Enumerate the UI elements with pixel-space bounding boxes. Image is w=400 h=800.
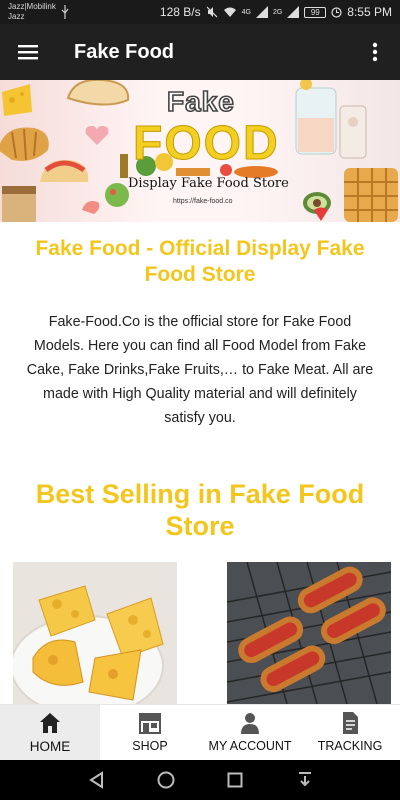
nav-tracking-label: TRACKING (317, 739, 383, 753)
banner-title-fake: Fake (166, 85, 235, 118)
document-icon (343, 712, 358, 734)
system-home-button[interactable] (154, 768, 178, 792)
recents-square-icon (227, 772, 243, 788)
carrier-line-2: Jazz (8, 12, 25, 21)
best-selling-heading: Best Selling in Fake Food Store (35, 479, 365, 541)
status-bar: Jazz|Mobilink Jazz 128 B/s 4G 2G 99 8:55… (0, 0, 400, 24)
signal-label-1: 4G (241, 8, 251, 16)
signal-icon (255, 6, 268, 18)
nav-home[interactable]: HOME (0, 705, 100, 760)
bread-illustration (66, 80, 130, 106)
nav-home-label: HOME (29, 739, 71, 754)
menu-button[interactable] (10, 34, 46, 70)
product-card-hotdog[interactable] (227, 562, 391, 704)
cheese-illustration (2, 84, 32, 116)
nav-my-account[interactable]: MY ACCOUNT (200, 705, 300, 760)
overflow-menu-button[interactable] (360, 34, 390, 70)
carrier-info: Jazz|Mobilink Jazz (8, 2, 56, 22)
status-time: 8:55 PM (347, 5, 392, 19)
app-title: Fake Food (74, 41, 175, 63)
nav-tracking[interactable]: TRACKING (300, 705, 400, 760)
drink-glass-illustration (339, 105, 367, 159)
banner-tagline: Display Fake Food Store (128, 176, 289, 191)
waffle-illustration (344, 168, 398, 222)
system-notification-button[interactable] (293, 768, 317, 792)
hotdog-product-image (227, 562, 391, 704)
shop-icon (139, 713, 161, 734)
cherry-illustration (306, 204, 307, 205)
usb-icon (61, 5, 69, 19)
banner-url: https://fake-food.co (173, 198, 233, 205)
system-recents-button[interactable] (223, 768, 247, 792)
battery-icon: 99 (304, 6, 327, 18)
nav-my-account-label: MY ACCOUNT (208, 739, 292, 753)
shrimp-illustration (82, 201, 100, 214)
mute-icon (206, 6, 218, 18)
nav-shop[interactable]: SHOP (100, 705, 200, 760)
hero-banner[interactable]: Fake FOOD Display Fake Food Store https:… (0, 80, 400, 222)
signal-icon-2 (287, 6, 300, 18)
hamburger-menu-icon (18, 45, 38, 60)
product-card-cheese[interactable] (13, 562, 177, 704)
clock-icon (331, 6, 342, 18)
home-circle-icon (157, 771, 175, 789)
system-back-button[interactable] (84, 768, 108, 792)
apple-illustration (308, 202, 309, 203)
home-icon (40, 713, 60, 733)
intro-text: Fake-Food.Co is the official store for F… (26, 314, 374, 426)
status-indicators: 128 B/s 4G 2G 99 8:55 PM (160, 0, 392, 24)
app-bar: Fake Food (0, 24, 400, 80)
carrier-line-1: Jazz|Mobilink (8, 2, 56, 11)
more-vertical-icon (372, 42, 378, 62)
coffee-cup-illustration (2, 186, 36, 222)
strawberry-illustration (314, 207, 328, 221)
pastry-illustration (40, 159, 89, 182)
intro-heading: Fake Food - Official Display Fake Food S… (35, 237, 365, 286)
pull-down-icon (299, 772, 311, 787)
network-speed: 128 B/s (159, 5, 201, 19)
bottom-navigation: HOME SHOP MY ACCOUNT TRACKING (0, 704, 400, 760)
user-icon (241, 713, 259, 734)
signal-label-2: 2G (272, 8, 283, 16)
system-navigation-bar (0, 760, 400, 800)
back-triangle-icon (89, 771, 103, 789)
heart-illustration (85, 126, 109, 145)
banner-title-food: FOOD (133, 117, 280, 171)
nav-shop-label: SHOP (132, 739, 168, 753)
cheese-product-image (13, 562, 177, 704)
wifi-icon (223, 7, 236, 17)
